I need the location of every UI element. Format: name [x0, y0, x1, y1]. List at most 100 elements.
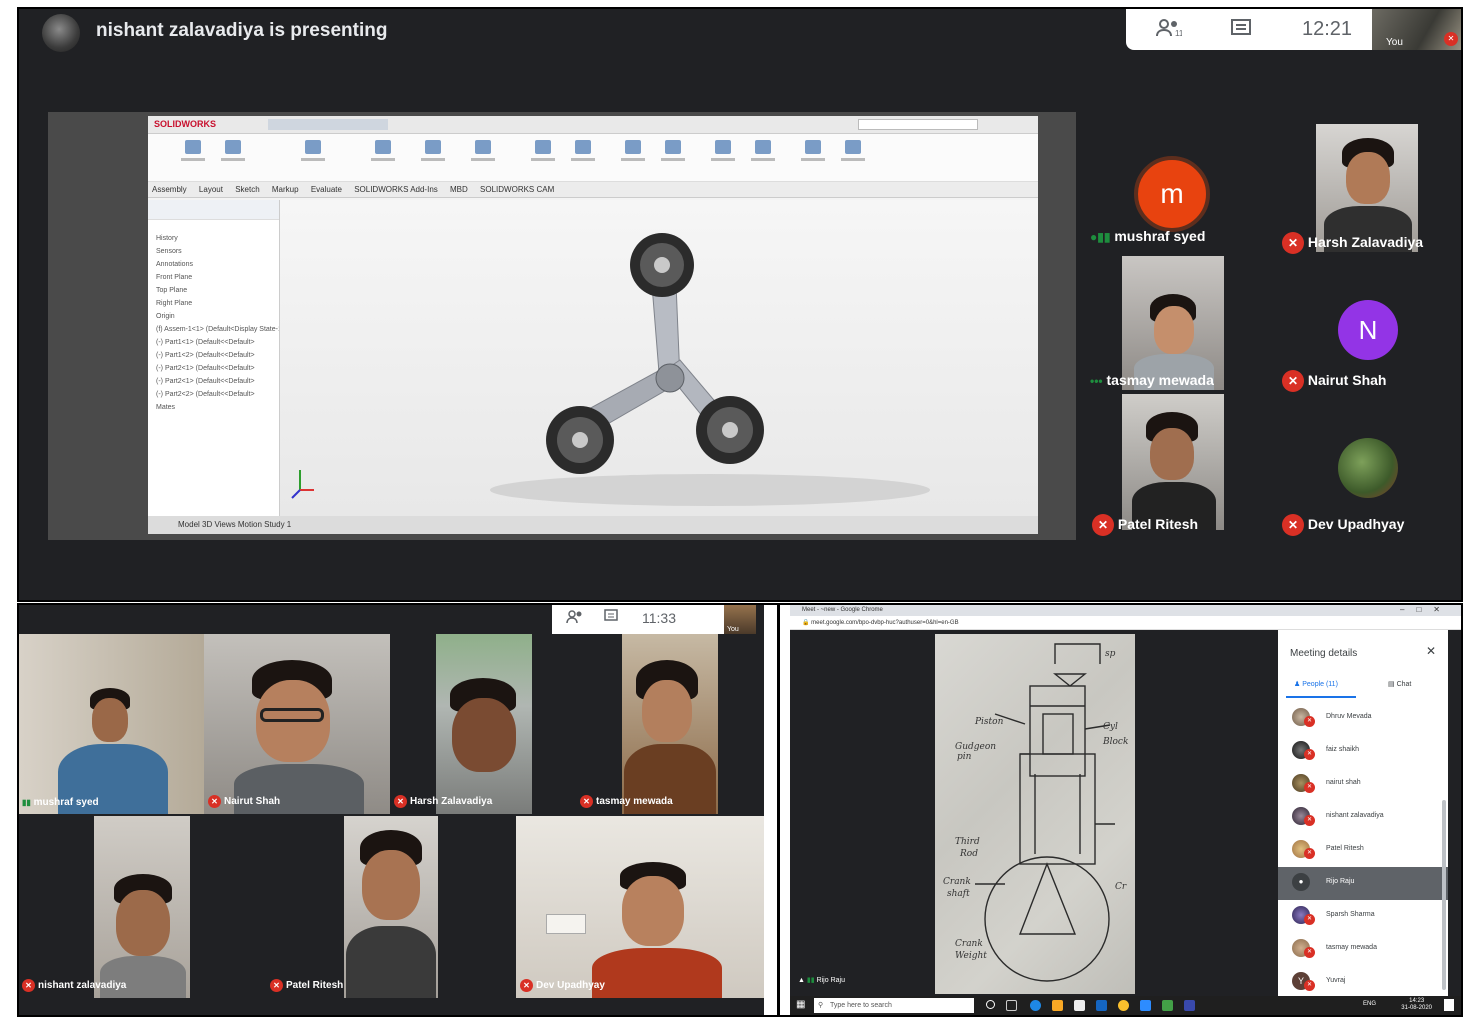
- people-list-item[interactable]: ✕ tasmay mewada: [1278, 933, 1448, 966]
- store-icon[interactable]: [1074, 1000, 1085, 1011]
- app-icon[interactable]: [1184, 1000, 1195, 1011]
- participant-tile[interactable]: ✕ Dev Upadhyay: [1276, 394, 1462, 536]
- tree-item: Sensors: [156, 248, 182, 255]
- participant-tile[interactable]: ✕ Patel Ritesh: [266, 816, 516, 998]
- edge-icon[interactable]: [1030, 1000, 1041, 1011]
- people-list-item[interactable]: ✕ nairut shah: [1278, 768, 1448, 801]
- tab-evaluate: Evaluate: [310, 185, 342, 194]
- feature-tree: History Sensors Annotations Front Plane …: [148, 200, 280, 516]
- lock-icon: 🔒: [802, 620, 810, 626]
- avatar: N: [1338, 300, 1398, 360]
- speaking-icon: ▮▮: [22, 798, 31, 807]
- chrome-icon[interactable]: [1118, 1000, 1129, 1011]
- svg-text:Third: Third: [955, 837, 980, 847]
- meeting-grid-view: 11:33 You ▮▮ mushraf syed ✕ Nairut Shah ✕…: [18, 604, 764, 1015]
- participant-tile[interactable]: ✕ nishant zalavadiya: [18, 816, 266, 998]
- ribbon-button: [218, 140, 248, 174]
- mic-off-icon: ✕: [1304, 980, 1315, 991]
- system-clock[interactable]: 14:23 31-08-2020: [1401, 998, 1432, 1012]
- presentation-screen: nishant zalavadiya is presenting 11 12:2…: [18, 8, 1462, 600]
- scrollbar[interactable]: [1442, 800, 1446, 990]
- ribbon-button: [658, 140, 688, 174]
- windows-taskbar: ▦ ⚲ Type here to search ENG 14:23 31-08-…: [790, 996, 1462, 1015]
- people-icon[interactable]: [566, 609, 584, 628]
- self-video-thumbnail[interactable]: You ✕: [1372, 8, 1462, 50]
- windows-start-icon[interactable]: ▦: [796, 1000, 805, 1010]
- hand-drawn-diagram: sp Piston Gudgeon pin Cyl Block Third Ro…: [943, 643, 1128, 982]
- svg-text:Block: Block: [1102, 737, 1128, 747]
- speaking-icon: ●​▮▮: [1090, 230, 1111, 244]
- cortana-icon[interactable]: [986, 1000, 995, 1009]
- participant-tile[interactable]: ▮▮ mushraf syed: [18, 634, 204, 814]
- people-list-item[interactable]: ✕ faiz shaikh: [1278, 735, 1448, 768]
- tree-item: Top Plane: [156, 287, 188, 294]
- person-name: nairut shah: [1326, 779, 1361, 786]
- zoom-icon[interactable]: [1140, 1000, 1151, 1011]
- speaking-icon: •••: [1090, 374, 1103, 388]
- file-explorer-icon[interactable]: [1052, 1000, 1063, 1011]
- mic-off-icon: ✕: [580, 795, 593, 808]
- search-icon: ⚲: [818, 1002, 824, 1009]
- svg-text:sp: sp: [1105, 649, 1116, 659]
- participant-tile[interactable]: ✕ Patel Ritesh: [1086, 394, 1276, 536]
- ribbon: [148, 134, 1038, 182]
- svg-text:Gudgeon: Gudgeon: [955, 742, 996, 752]
- ribbon-button: [298, 140, 328, 174]
- window-title: Meet - ~new - Google Chrome: [802, 607, 883, 613]
- participant-tile[interactable]: m ●​▮▮ mushraf syed: [1086, 120, 1276, 254]
- notification-icon[interactable]: [1444, 999, 1454, 1011]
- svg-text:Rod: Rod: [959, 849, 978, 859]
- participant-tile[interactable]: ✕ Dev Upadhyay: [516, 816, 764, 998]
- svg-text:pin: pin: [957, 752, 972, 762]
- meeting-details-panel: Meeting details ✕ ♟ People (11) ▤ Chat ✕…: [1278, 630, 1448, 996]
- taskbar-search-input[interactable]: ⚲ Type here to search: [814, 998, 974, 1013]
- mic-off-icon: ✕: [1304, 947, 1315, 958]
- participant-tile[interactable]: ✕ Harsh Zalavadiya: [1276, 120, 1462, 254]
- participant-video: [1122, 394, 1224, 530]
- svg-text:Piston: Piston: [974, 717, 1004, 727]
- mic-off-icon: ✕: [1304, 716, 1315, 727]
- people-list-item[interactable]: ✕ Patel Ritesh: [1278, 834, 1448, 867]
- shared-sketch-video: sp Piston Gudgeon pin Cyl Block Third Ro…: [935, 634, 1135, 994]
- people-icon[interactable]: 11: [1156, 18, 1184, 40]
- mic-off-icon: ✕: [1304, 749, 1315, 760]
- mic-off-icon: ✕: [1304, 782, 1315, 793]
- mail-icon[interactable]: [1096, 1000, 1107, 1011]
- people-list-item[interactable]: Y ✕ Yuvraj: [1278, 966, 1448, 999]
- tab-sketch: Sketch: [235, 185, 260, 194]
- person-name: Yuvraj: [1326, 977, 1346, 984]
- participant-tile[interactable]: ✕ Harsh Zalavadiya: [390, 634, 576, 814]
- self-label: You: [1386, 37, 1403, 48]
- app-icon[interactable]: [1162, 1000, 1173, 1011]
- people-list-item[interactable]: ✕ nishant zalavadiya: [1278, 801, 1448, 834]
- window-controls[interactable]: –□✕: [1400, 604, 1452, 616]
- participant-tile[interactable]: ✕ Nairut Shah: [204, 634, 390, 814]
- people-list-item[interactable]: ✕ Sparsh Sharma: [1278, 900, 1448, 933]
- search-box: [858, 119, 978, 130]
- address-bar[interactable]: 🔒 meet.google.com/bpo-dvbp-huc?authuser=…: [790, 616, 1462, 630]
- ribbon-button: [618, 140, 648, 174]
- presenter-status: nishant zalavadiya is presenting: [96, 20, 388, 41]
- person-name: tasmay mewada: [1326, 944, 1377, 951]
- close-icon[interactable]: ✕: [1426, 644, 1436, 658]
- chat-icon[interactable]: [1230, 18, 1254, 40]
- participant-tile[interactable]: ✕ tasmay mewada: [576, 634, 764, 814]
- tab-chat[interactable]: ▤ Chat: [1388, 680, 1411, 688]
- tray-lang: ENG: [1362, 1001, 1376, 1007]
- mic-off-icon: ✕: [208, 795, 221, 808]
- self-video-thumbnail[interactable]: You: [724, 604, 756, 634]
- mic-off-icon: ✕: [1304, 815, 1315, 826]
- ribbon-button: [368, 140, 398, 174]
- participant-tile[interactable]: N ✕ Nairut Shah: [1276, 256, 1462, 392]
- task-view-icon[interactable]: [1006, 1000, 1017, 1011]
- tab-people[interactable]: ♟ People (11): [1294, 680, 1338, 688]
- participant-tile[interactable]: ••• tasmay mewada: [1086, 256, 1276, 392]
- svg-text:Crank: Crank: [955, 939, 983, 949]
- tri-wheel-model: [291, 233, 930, 506]
- tab-cam: SOLIDWORKS CAM: [480, 185, 555, 194]
- people-list-item[interactable]: ✕ Dhruv Mevada: [1278, 702, 1448, 735]
- chat-icon[interactable]: [604, 609, 618, 626]
- person-name: Patel Ritesh: [1326, 845, 1364, 852]
- command-manager-tabs: Assembly Layout Sketch Markup Evaluate S…: [148, 182, 1038, 198]
- people-list-item-self[interactable]: ● Rijo Raju: [1278, 867, 1448, 900]
